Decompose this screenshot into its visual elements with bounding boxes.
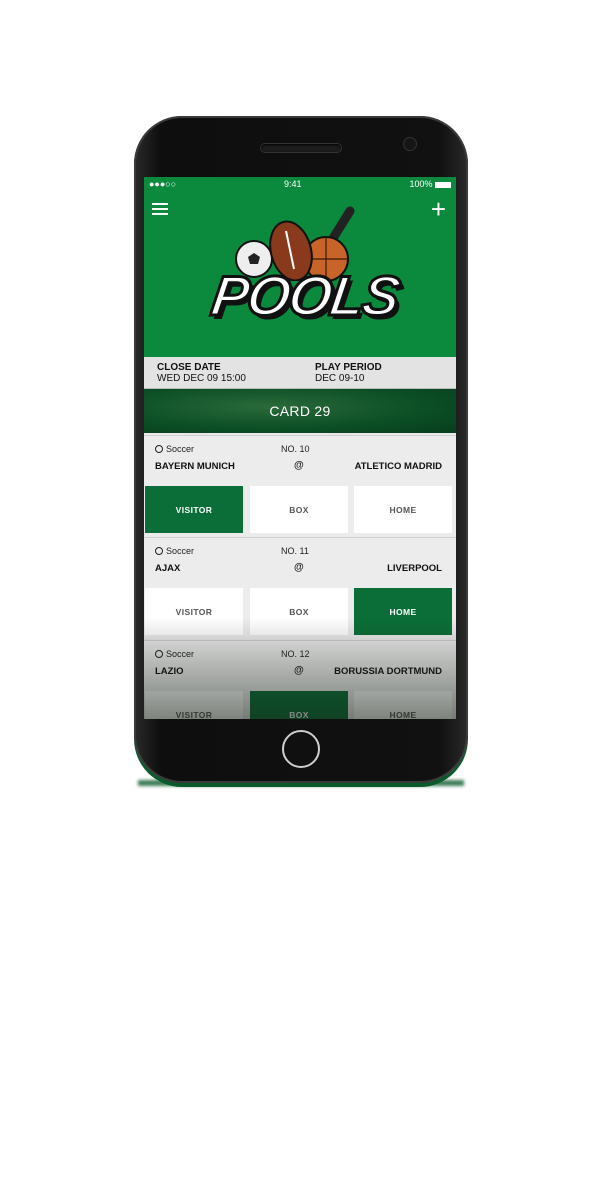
match-number: NO. 11 xyxy=(281,546,309,556)
pick-box-button[interactable]: BOX xyxy=(250,588,348,635)
sport-label: Soccer xyxy=(155,444,194,454)
soccer-ball-icon xyxy=(155,650,163,658)
logo-text: POOLS xyxy=(206,263,404,329)
signal-indicator: ●●●○○ xyxy=(149,179,177,189)
pick-visitor-button[interactable]: VISITOR xyxy=(145,691,243,719)
pools-logo: POOLS xyxy=(204,201,404,336)
match-row: Soccer NO. 11 AJAX @ LIVERPOOL VISITOR BOX… xyxy=(144,537,456,639)
add-icon[interactable]: + xyxy=(431,196,446,222)
at-symbol: @ xyxy=(294,460,304,471)
pick-visitor-button[interactable]: VISITOR xyxy=(145,486,243,533)
soccer-ball-icon xyxy=(155,445,163,453)
card-info-bar: CLOSE DATE WED DEC 09 15:00 PLAY PERIOD DE… xyxy=(144,357,456,389)
status-time: 9:41 xyxy=(284,179,302,189)
app-screen: ●●●○○ 9:41 100% + POOLS CLOSE DATE WED DE… xyxy=(144,177,456,719)
menu-icon[interactable] xyxy=(152,203,168,215)
pick-visitor-button[interactable]: VISITOR xyxy=(145,588,243,635)
match-row: Soccer NO. 10 BAYERN MUNICH @ ATLETICO M… xyxy=(144,435,456,537)
close-date: CLOSE DATE WED DEC 09 15:00 xyxy=(157,362,246,384)
visitor-team: BAYERN MUNICH xyxy=(155,461,235,472)
card-banner: CARD 29 xyxy=(144,389,456,433)
home-team: BORUSSIA DORTMUND xyxy=(334,666,442,677)
home-team: LIVERPOOL xyxy=(387,563,442,574)
match-number: NO. 12 xyxy=(281,649,310,659)
sport-label: Soccer xyxy=(155,649,194,659)
visitor-team: LAZIO xyxy=(155,666,184,677)
pick-home-button[interactable]: HOME xyxy=(354,588,452,635)
home-button[interactable] xyxy=(282,730,320,768)
soccer-ball-icon xyxy=(155,547,163,555)
sport-label: Soccer xyxy=(155,546,194,556)
pick-box-button[interactable]: BOX xyxy=(250,486,348,533)
at-symbol: @ xyxy=(294,562,304,573)
pick-home-button[interactable]: HOME xyxy=(354,486,452,533)
at-symbol: @ xyxy=(294,665,304,676)
match-number: NO. 10 xyxy=(281,444,310,454)
visitor-team: AJAX xyxy=(155,563,181,574)
camera xyxy=(404,138,416,150)
app-header: ●●●○○ 9:41 100% + POOLS xyxy=(144,177,456,357)
battery-indicator: 100% xyxy=(409,179,451,189)
pick-box-button[interactable]: BOX xyxy=(250,691,348,719)
speaker xyxy=(261,144,341,152)
match-row: Soccer NO. 12 LAZIO @ BORUSSIA DORTMUND V… xyxy=(144,640,456,719)
status-bar: ●●●○○ 9:41 100% xyxy=(144,177,456,191)
pick-home-button[interactable]: HOME xyxy=(354,691,452,719)
home-team: ATLETICO MADRID xyxy=(354,461,442,472)
play-period: PLAY PERIOD DEC 09-10 xyxy=(315,362,382,384)
